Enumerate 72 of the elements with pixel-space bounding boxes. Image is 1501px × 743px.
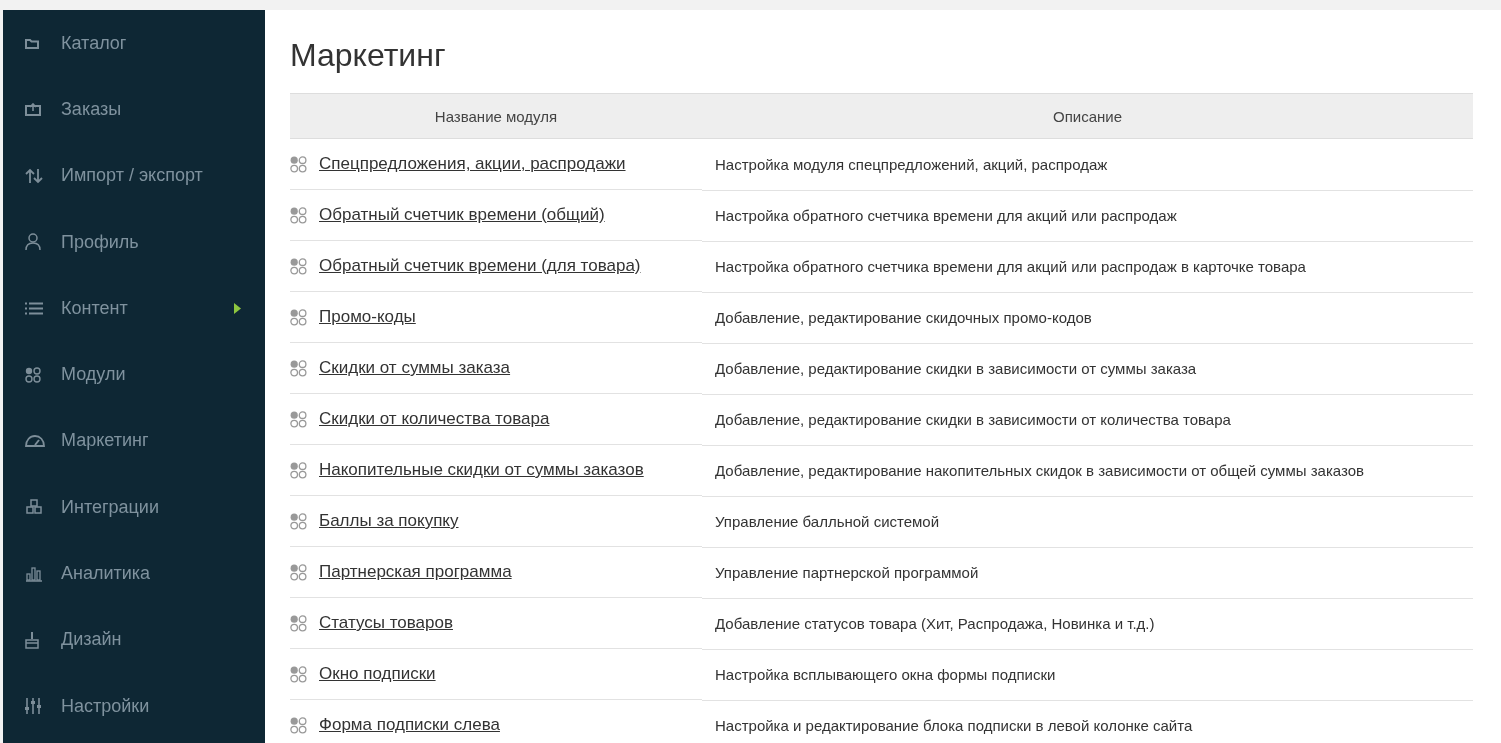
modules-icon [290, 665, 307, 683]
modules-icon [290, 359, 307, 377]
cubes-icon [25, 499, 43, 516]
module-description: Настройка и редактирование блока подписки в левой колонке сайта [715, 717, 1193, 734]
module-link[interactable]: Обратный счетчик времени (общий) [319, 205, 605, 225]
nav-item[interactable]: Импорт / экспорт [3, 142, 265, 209]
module-description: Настройка модуля спецпредложений, акций, распродаж [715, 155, 1108, 173]
list-icon [25, 301, 43, 315]
module-description: Добавление, редактирование накопительных скидок в зависимости от общей суммы заказов [715, 462, 1364, 479]
module-link[interactable]: Форма подписки слева [319, 715, 500, 735]
nav-label: Каталог [61, 32, 128, 54]
modules-icon [290, 512, 307, 530]
modules-icon [290, 716, 307, 734]
module-link[interactable]: Промо-коды [319, 307, 416, 327]
module-link[interactable]: Партнерская программа [319, 562, 512, 582]
modules-icon [25, 366, 41, 383]
gauge-icon [25, 434, 45, 447]
module-description: Управление партнерской программой [715, 564, 979, 581]
brush-icon [25, 630, 39, 649]
nav-label: Настройки [61, 695, 151, 717]
module-description: Добавление статусов товара (Хит, Распродажа, Новинка и т.д.) [715, 615, 1155, 632]
module-link[interactable]: Накопительные скидки от суммы заказов [319, 460, 644, 480]
modules-icon [290, 563, 307, 581]
module-description: Добавление, редактирование скидочных промо-кодов [715, 309, 1092, 326]
modules-icon [290, 206, 307, 224]
module-link[interactable]: Скидки от количества товара [319, 409, 550, 429]
module-link[interactable]: Окно подписки [319, 664, 436, 684]
nav-label: Заказы [61, 98, 123, 120]
nav-item[interactable]: Интеграции [3, 474, 265, 541]
column-header: Описание [1053, 107, 1122, 125]
modules-icon [290, 461, 307, 479]
nav-item[interactable]: Заказы [3, 76, 265, 143]
bar-chart-icon [25, 565, 43, 582]
module-description: Настройка обратного счетчика времени для акций или распродаж в карточке товара [715, 258, 1306, 275]
module-description: Настройка обратного счетчика времени для акций или распродаж [715, 207, 1177, 224]
user-icon [25, 233, 41, 252]
nav-item[interactable]: Аналитика [3, 540, 265, 607]
nav-label: Аналитика [61, 563, 152, 584]
module-link[interactable]: Скидки от суммы заказа [319, 358, 511, 378]
column-header: Название модуля [434, 107, 558, 125]
modules-icon [290, 410, 307, 428]
module-description: Добавление, редактирование скидки в зависимости от суммы заказа [715, 360, 1197, 377]
nav-item[interactable]: Маркетинг [3, 407, 265, 475]
nav-label: Модули [61, 364, 127, 386]
module-link[interactable]: Статусы товаров [319, 613, 453, 633]
module-description: Добавление, редактирование скидки в зависимости от количества товара [715, 411, 1231, 428]
nav-label: Интеграции [61, 496, 160, 518]
module-link[interactable]: Баллы за покупку [319, 511, 459, 531]
module-link[interactable]: Спецпредложения, акции, распродажи [319, 154, 626, 174]
modules-icon [290, 308, 307, 326]
page-title: Маркетинг [290, 39, 447, 71]
nav-label: Контент [61, 297, 129, 319]
module-description: Настройка всплывающего окна формы подписки [715, 666, 1056, 683]
nav-item[interactable]: Контент [3, 275, 265, 342]
nav-label: Импорт / экспорт [61, 165, 204, 187]
nav-item[interactable]: Модули [3, 341, 265, 408]
tray-icon [25, 102, 41, 116]
modules-icon [290, 257, 307, 275]
sliders-icon [25, 697, 41, 716]
nav-item[interactable]: Настройки [3, 672, 265, 740]
nav-item[interactable]: Профиль [3, 208, 265, 276]
folder-icon [25, 37, 39, 49]
nav-label: Профиль [61, 231, 140, 253]
nav-label: Маркетинг [61, 430, 150, 452]
nav-label: Дизайн [61, 629, 123, 651]
module-description: Управление балльной системой [715, 513, 940, 530]
nav-item[interactable]: Дизайн [3, 606, 265, 673]
modules-icon [290, 155, 307, 173]
nav-item[interactable]: Каталог [3, 10, 265, 77]
arrows-icon [25, 167, 43, 184]
module-link[interactable]: Обратный счетчик времени (для товара) [319, 256, 641, 276]
modules-icon [290, 614, 307, 632]
